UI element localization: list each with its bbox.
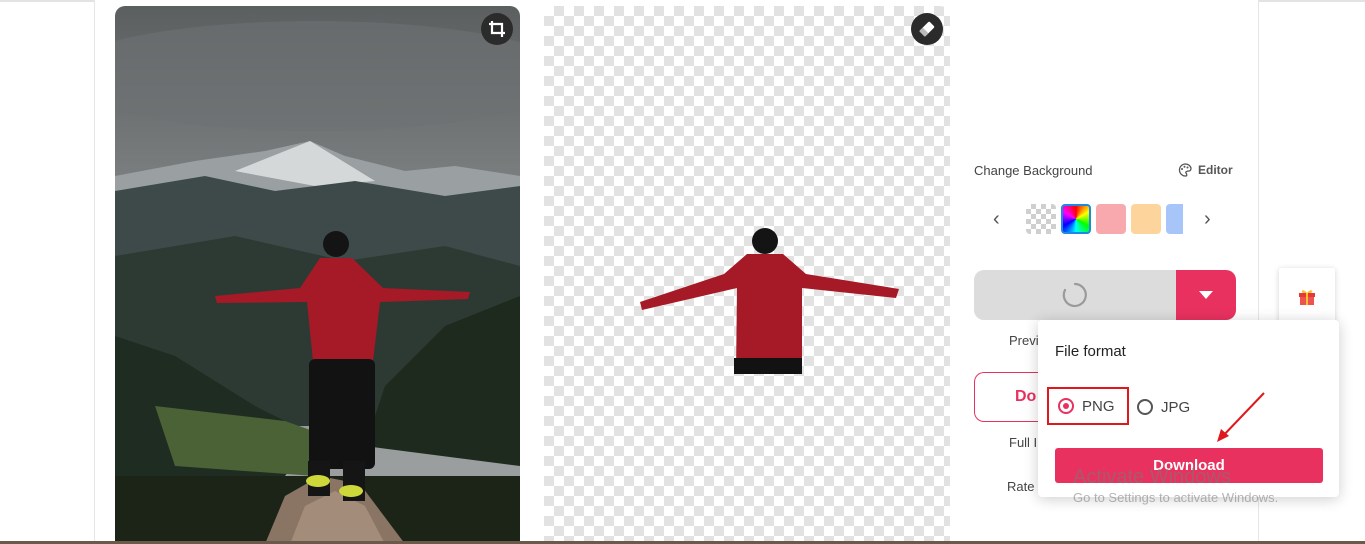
- jpg-radio[interactable]: [1137, 399, 1153, 415]
- rate-label: Rate: [1007, 479, 1035, 494]
- swatch-blue[interactable]: [1166, 204, 1183, 234]
- full-image-label: Full Ir: [1009, 435, 1042, 450]
- download-options-dropdown[interactable]: [1176, 270, 1236, 320]
- swatch-pink[interactable]: [1096, 204, 1126, 234]
- editor-button[interactable]: Editor: [1178, 163, 1233, 177]
- png-option[interactable]: PNG: [1047, 387, 1129, 425]
- editor-label: Editor: [1198, 163, 1233, 177]
- annotation-arrow: [1217, 392, 1265, 442]
- png-label: PNG: [1082, 397, 1115, 415]
- jpg-option[interactable]: JPG: [1137, 389, 1190, 425]
- file-format-popup: File format PNG JPG Download: [1038, 320, 1339, 497]
- gift-button[interactable]: [1279, 268, 1335, 324]
- change-background-label: Change Background: [974, 163, 1093, 178]
- eraser-icon: [919, 21, 935, 37]
- crop-icon: [489, 21, 505, 37]
- preview-label: Previ: [1009, 333, 1039, 348]
- prev-background-arrow[interactable]: ‹: [993, 208, 1000, 231]
- crop-button[interactable]: [481, 13, 513, 45]
- original-image: [115, 6, 520, 544]
- jpg-label: JPG: [1161, 398, 1191, 416]
- swatch-transparent[interactable]: [1026, 204, 1056, 234]
- swatch-peach[interactable]: [1131, 204, 1161, 234]
- png-radio[interactable]: [1058, 398, 1074, 414]
- palette-icon: [1178, 163, 1192, 177]
- file-format-title: File format: [1055, 343, 1126, 360]
- download-button[interactable]: Download: [1055, 448, 1323, 483]
- result-image: [544, 6, 950, 544]
- next-background-arrow[interactable]: ›: [1204, 208, 1211, 231]
- swatch-color-picker[interactable]: [1061, 204, 1091, 234]
- caret-down-icon: [1199, 291, 1213, 299]
- eraser-button[interactable]: [911, 13, 943, 45]
- gift-icon: [1299, 290, 1315, 305]
- loading-spinner-icon: [1062, 282, 1087, 308]
- download-loading-button[interactable]: [974, 270, 1176, 320]
